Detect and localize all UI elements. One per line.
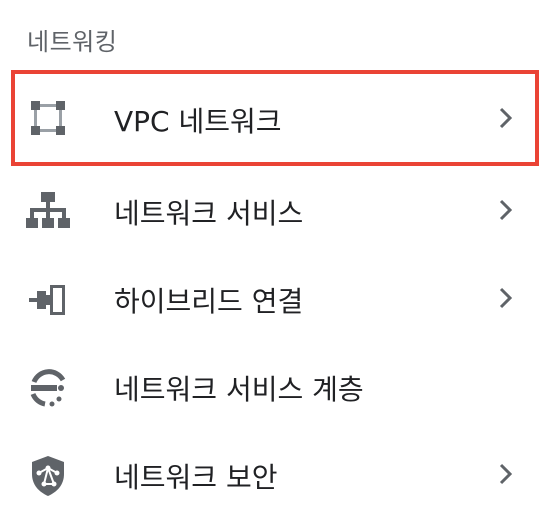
menu-item-network-security[interactable]: 네트워크 보안	[0, 432, 552, 520]
section-title: 네트워킹	[27, 28, 118, 56]
chevron-right-icon	[494, 106, 518, 130]
menu-item-label: 네트워크 서비스	[114, 197, 304, 230]
networking-menu: VPC 네트워크 네트워크 서비스 하이브리드 연결 네트워크 서비스 계층 네…	[0, 68, 552, 520]
menu-item-label: 네트워크 서비스 계층	[114, 373, 364, 406]
vpc-network-icon	[26, 96, 70, 140]
menu-item-hybrid-connectivity[interactable]: 하이브리드 연결	[0, 256, 552, 344]
menu-item-vpc-network[interactable]: VPC 네트워크	[0, 68, 552, 168]
chevron-right-icon	[494, 286, 518, 310]
network-service-tiers-icon	[26, 366, 70, 410]
chevron-right-icon	[494, 462, 518, 486]
menu-item-label: VPC 네트워크	[114, 105, 282, 138]
network-services-icon	[26, 188, 70, 232]
menu-item-network-service-tiers[interactable]: 네트워크 서비스 계층	[0, 344, 552, 432]
network-security-icon	[26, 454, 70, 498]
hybrid-connectivity-icon	[26, 278, 70, 322]
menu-item-label: 네트워크 보안	[114, 461, 278, 494]
menu-item-label: 하이브리드 연결	[114, 285, 304, 318]
menu-item-network-services[interactable]: 네트워크 서비스	[0, 168, 552, 256]
chevron-right-icon	[494, 198, 518, 222]
